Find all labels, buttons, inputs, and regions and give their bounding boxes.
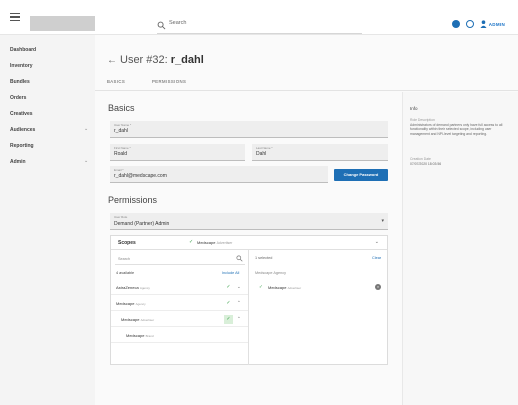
check-icon: ✓: [259, 284, 263, 289]
sidebar-item-creatives[interactable]: Creatives: [10, 111, 33, 117]
chevron-up-icon[interactable]: ⌃: [237, 300, 241, 306]
selected-count: 1 selected: [255, 256, 273, 260]
scopes-panel: Scopes ✓ Medscape Advertiser ⌄ Search 4 …: [110, 235, 388, 365]
sidebar-item-bundles[interactable]: Bundles: [10, 79, 30, 85]
check-icon: ✓: [189, 239, 194, 245]
chevron-down-icon[interactable]: ⌄: [375, 239, 379, 245]
scope-row[interactable]: Medscape Agency ✓ ⌃: [111, 297, 248, 311]
sidebar-item-inventory[interactable]: Inventory: [10, 63, 33, 69]
search-icon: [236, 255, 243, 262]
scopes-title: Scopes: [118, 240, 136, 246]
scope-row[interactable]: AstraZeneca Agency ✓ ⌄: [111, 281, 248, 295]
tab-basics[interactable]: BASICS: [107, 79, 125, 84]
selected-scope-item: ✓ Medscape Advertiser ×: [259, 284, 381, 290]
user-role-select[interactable]: User Role Demand (Partner) Admin ▾: [110, 213, 388, 230]
info-panel: [402, 92, 518, 405]
available-count: 4 available: [116, 271, 135, 275]
last-name-field[interactable]: Last Name * Dahl: [252, 144, 388, 161]
column-divider: [248, 250, 249, 365]
search-icon: [157, 21, 166, 30]
change-password-button[interactable]: Change Password: [334, 169, 388, 181]
sidebar-item-audiences[interactable]: Audiences: [10, 127, 35, 133]
tab-bar: BASICS PERMISSIONS: [95, 73, 518, 91]
email-field[interactable]: Email * r_dahl@medscape.com: [110, 166, 328, 183]
user-icon[interactable]: [480, 20, 487, 28]
chevron-up-icon[interactable]: ⌃: [237, 316, 241, 322]
page-title: User #32: r_dahl: [120, 54, 204, 66]
admin-label[interactable]: ADMIN: [489, 22, 505, 27]
remove-icon[interactable]: ×: [375, 284, 381, 290]
sidebar: Dashboard Inventory Bundles Orders Creat…: [0, 35, 95, 405]
selected-group-label: Medscape Agency: [255, 271, 287, 275]
help-icon[interactable]: [465, 20, 474, 28]
search-input[interactable]: Search: [157, 19, 362, 34]
page-title-user: r_dahl: [170, 54, 204, 66]
creation-date-label: Creation Date: [410, 157, 431, 161]
sidebar-item-dashboard[interactable]: Dashboard: [10, 47, 36, 53]
first-name-field[interactable]: First Name * Roald: [110, 144, 245, 161]
scopes-search-input[interactable]: Search: [115, 253, 245, 265]
scope-row[interactable]: Medscape Advertiser ✓ ⌃: [111, 313, 248, 327]
role-description-label: Role Description: [410, 118, 435, 122]
included-check-icon[interactable]: ✓: [224, 315, 233, 324]
chevron-down-icon[interactable]: ⌄: [84, 126, 88, 132]
top-right-actions: ADMIN: [451, 19, 505, 29]
add-icon[interactable]: [451, 20, 460, 28]
role-description-text: Administrators of demand partners only h…: [410, 123, 503, 136]
chevron-down-icon[interactable]: ⌄: [237, 284, 241, 290]
menu-icon[interactable]: [10, 13, 20, 21]
top-bar: Search ADMIN: [0, 0, 518, 35]
include-all-button[interactable]: Include All: [222, 271, 239, 275]
logo: [30, 16, 95, 31]
basics-section-title: Basics: [108, 103, 135, 113]
sidebar-item-reporting[interactable]: Reporting: [10, 143, 34, 149]
permissions-section-title: Permissions: [108, 195, 158, 205]
include-check-icon[interactable]: ✓: [224, 283, 233, 292]
dropdown-arrow-icon: ▾: [381, 218, 384, 224]
info-title: Info: [410, 106, 418, 111]
tab-permissions[interactable]: PERMISSIONS: [152, 79, 186, 84]
user-name-field[interactable]: User Name * r_dahl: [110, 121, 388, 138]
scopes-header[interactable]: Scopes ✓ Medscape Advertiser ⌄: [111, 236, 387, 250]
sidebar-item-orders[interactable]: Orders: [10, 95, 26, 101]
include-check-icon[interactable]: ✓: [224, 299, 233, 308]
back-arrow-icon[interactable]: ←: [107, 55, 117, 66]
chevron-down-icon[interactable]: ⌄: [84, 158, 88, 164]
scope-row[interactable]: Medscape Brand: [111, 329, 248, 343]
sidebar-item-admin[interactable]: Admin: [10, 159, 26, 165]
creation-date-value: 07/07/2020 18:03:56: [410, 162, 442, 166]
search-placeholder: Search: [169, 20, 187, 26]
app-page: Search ADMIN Dashboard Inventory Bundles…: [0, 0, 518, 405]
scopes-selected-summary: Medscape Advertiser: [197, 240, 233, 245]
clear-button[interactable]: Clear: [372, 256, 381, 260]
